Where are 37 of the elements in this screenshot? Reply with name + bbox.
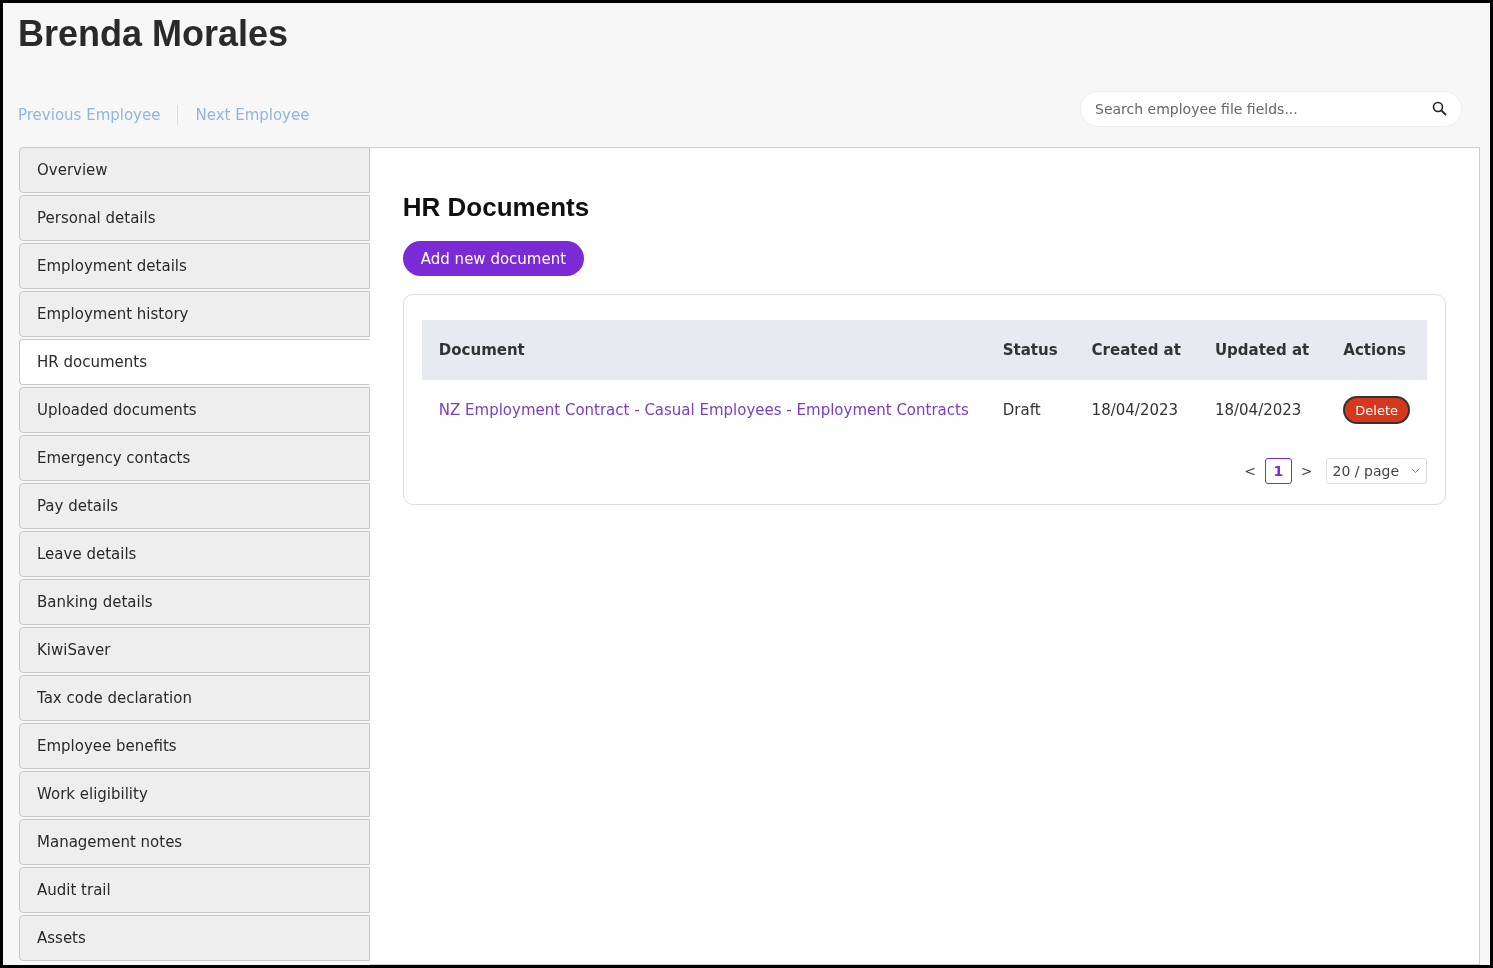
table-cell: 18/04/2023 [1074,380,1198,440]
document-link[interactable]: NZ Employment Contract - Casual Employees - Employment Contracts [438,401,969,419]
column-header: Document [421,320,986,380]
section-title: HR Documents [402,192,591,223]
add-document-button[interactable]: Add new document [402,241,585,276]
sidebar-item[interactable]: Banking details [19,579,370,625]
column-header: Created at [1074,320,1198,380]
sidebar-item[interactable]: Tax code declaration [19,675,370,721]
previous-page-button[interactable]: < [1244,463,1256,479]
sidebar-item[interactable]: Pay details [19,483,370,529]
sidebar-item[interactable]: Overview [19,147,370,193]
sidebar-item[interactable]: Work eligibility [19,771,370,817]
sidebar-item[interactable]: Personal details [19,195,370,241]
sidebar-item[interactable]: Leave details [19,531,370,577]
page-button[interactable]: 1 [1264,458,1292,484]
search-field[interactable]: Search employee file fields... [1080,91,1462,127]
table-cell: 18/04/2023 [1197,380,1327,440]
delete-button[interactable]: Delete [1343,396,1410,424]
search-icon [1432,101,1448,117]
sidebar-item[interactable]: Audit trail [19,867,370,913]
chevron-down-icon [1411,468,1420,474]
sidebar-item[interactable]: KiwiSaver [19,627,370,673]
table-cell: Draft [985,380,1075,440]
sidebar-item[interactable]: Employment history [19,291,370,337]
column-header: Actions [1326,320,1427,380]
column-header: Status [985,320,1075,380]
page-size-dropdown[interactable]: 20 / page [1325,458,1427,484]
sidebar-item[interactable]: Management notes [19,819,370,865]
sidebar-item[interactable]: HR documents [19,339,370,385]
next-page-button[interactable]: > [1300,463,1313,479]
sidebar-item[interactable]: Uploaded documents [19,387,370,433]
column-header: Updated at [1197,320,1327,380]
employee-name: Brenda Morales [18,13,290,55]
sidebar-item[interactable]: Emergency contacts [19,435,370,481]
sidebar-item[interactable]: Employee benefits [19,723,370,769]
sidebar-item[interactable]: Employment details [19,243,370,289]
sidebar-item[interactable]: Assets [19,915,370,961]
